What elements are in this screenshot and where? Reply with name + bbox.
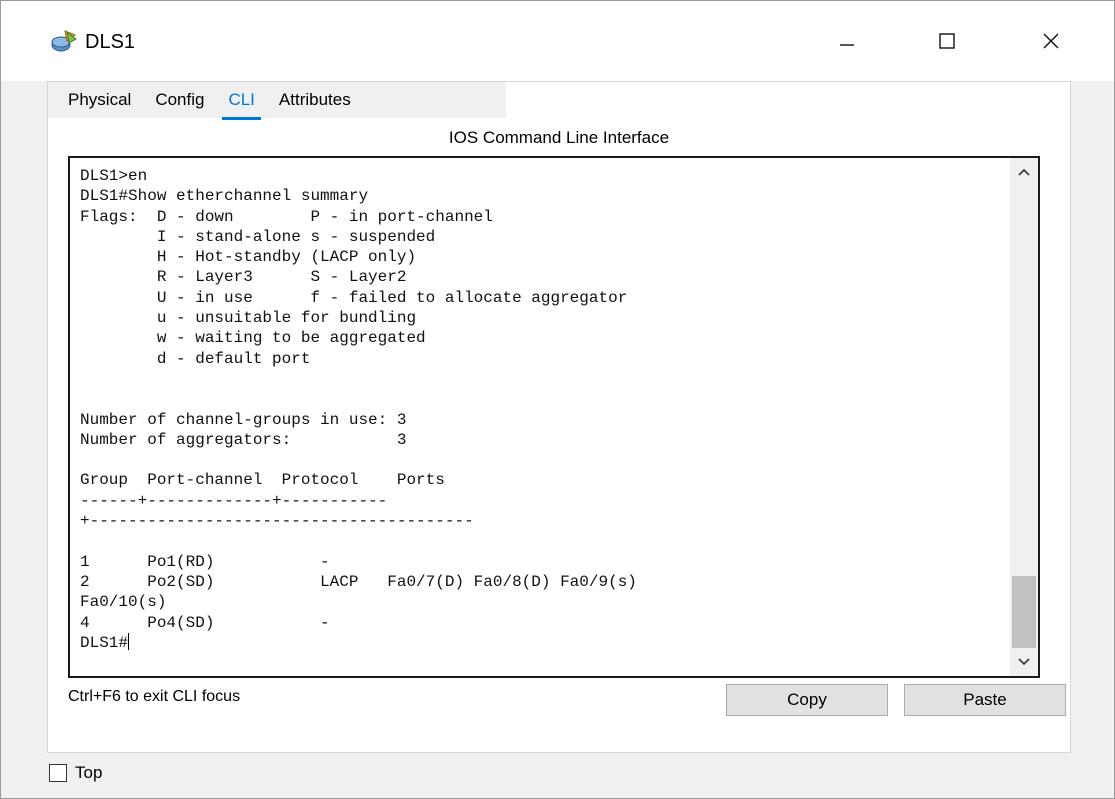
vertical-scrollbar[interactable]	[1010, 158, 1038, 676]
chevron-up-icon	[1018, 168, 1030, 176]
maximize-button[interactable]	[919, 15, 975, 67]
cli-terminal[interactable]: DLS1>en DLS1#Show etherchannel summary F…	[68, 156, 1040, 678]
cli-line: DLS1#Show etherchannel summary	[80, 187, 369, 206]
scroll-thumb[interactable]	[1012, 576, 1036, 648]
top-checkbox[interactable]	[49, 764, 67, 782]
tab-bar: Physical Config CLI Attributes	[48, 82, 506, 120]
tab-physical[interactable]: Physical	[48, 84, 143, 118]
cli-line: 2 Po2(SD) LACP Fa0/7(D) Fa0/8(D) Fa0/9(s…	[80, 572, 637, 591]
cli-prompt: DLS1#	[80, 633, 129, 652]
scroll-up-button[interactable]	[1010, 160, 1038, 184]
cli-line: 4 Po4(SD) -	[80, 613, 330, 632]
tab-attributes[interactable]: Attributes	[267, 84, 363, 118]
cli-line: Number of channel-groups in use: 3	[80, 410, 407, 429]
title-bar[interactable]: DLS1	[1, 1, 1114, 81]
cli-line: 1 Po1(RD) -	[80, 552, 330, 571]
maximize-icon	[939, 33, 955, 49]
close-button[interactable]	[1023, 15, 1079, 67]
cli-header: IOS Command Line Interface	[448, 128, 670, 147]
cli-line: Group Port-channel Protocol Ports	[80, 471, 445, 490]
cli-line: u - unsuitable for bundling	[156, 309, 417, 328]
device-window: DLS1 Physical Config CLI Attributes IOS …	[0, 0, 1115, 799]
top-option: Top	[49, 763, 102, 783]
cli-line: ------+-------------+-----------	[80, 491, 388, 510]
minimize-icon	[840, 44, 854, 46]
paste-button[interactable]: Paste	[904, 684, 1066, 716]
cli-line: Number of aggregators: 3	[80, 430, 407, 449]
cli-line: d - default port	[156, 349, 311, 368]
cli-line: R - Layer3 S - Layer2	[156, 268, 407, 287]
cli-line: Fa0/10(s)	[80, 593, 167, 612]
cli-line: Flags: D - down P - in port-channel	[80, 207, 493, 226]
cli-line: U - in use f - failed to allocate aggreg…	[156, 288, 628, 307]
scroll-down-button[interactable]	[1010, 650, 1038, 674]
cli-line: w - waiting to be aggregated	[156, 329, 426, 348]
text-cursor	[128, 632, 130, 650]
top-label: Top	[75, 763, 103, 782]
tab-config[interactable]: Config	[143, 84, 216, 118]
exit-cli-hint: Ctrl+F6 to exit CLI focus	[68, 688, 241, 705]
cli-line: I - stand-alone s - suspended	[156, 227, 436, 246]
chevron-down-icon	[1018, 658, 1030, 666]
router-device-icon	[51, 29, 77, 55]
cli-line: DLS1>en	[80, 167, 148, 185]
minimize-button[interactable]	[819, 15, 875, 67]
cli-line: +---------------------------------------…	[80, 512, 474, 531]
content-panel: Physical Config CLI Attributes IOS Comma…	[47, 81, 1071, 753]
cli-line: H - Hot-standby (LACP only)	[156, 248, 417, 267]
tab-cli[interactable]: CLI	[216, 84, 266, 120]
cli-output-lines: DLS1>en DLS1#Show etherchannel summary F…	[80, 167, 637, 632]
close-icon	[1043, 33, 1059, 49]
cli-output[interactable]: DLS1>en DLS1#Show etherchannel summary F…	[80, 166, 1020, 653]
window-title: DLS1	[85, 31, 136, 53]
copy-button[interactable]: Copy	[726, 684, 888, 716]
